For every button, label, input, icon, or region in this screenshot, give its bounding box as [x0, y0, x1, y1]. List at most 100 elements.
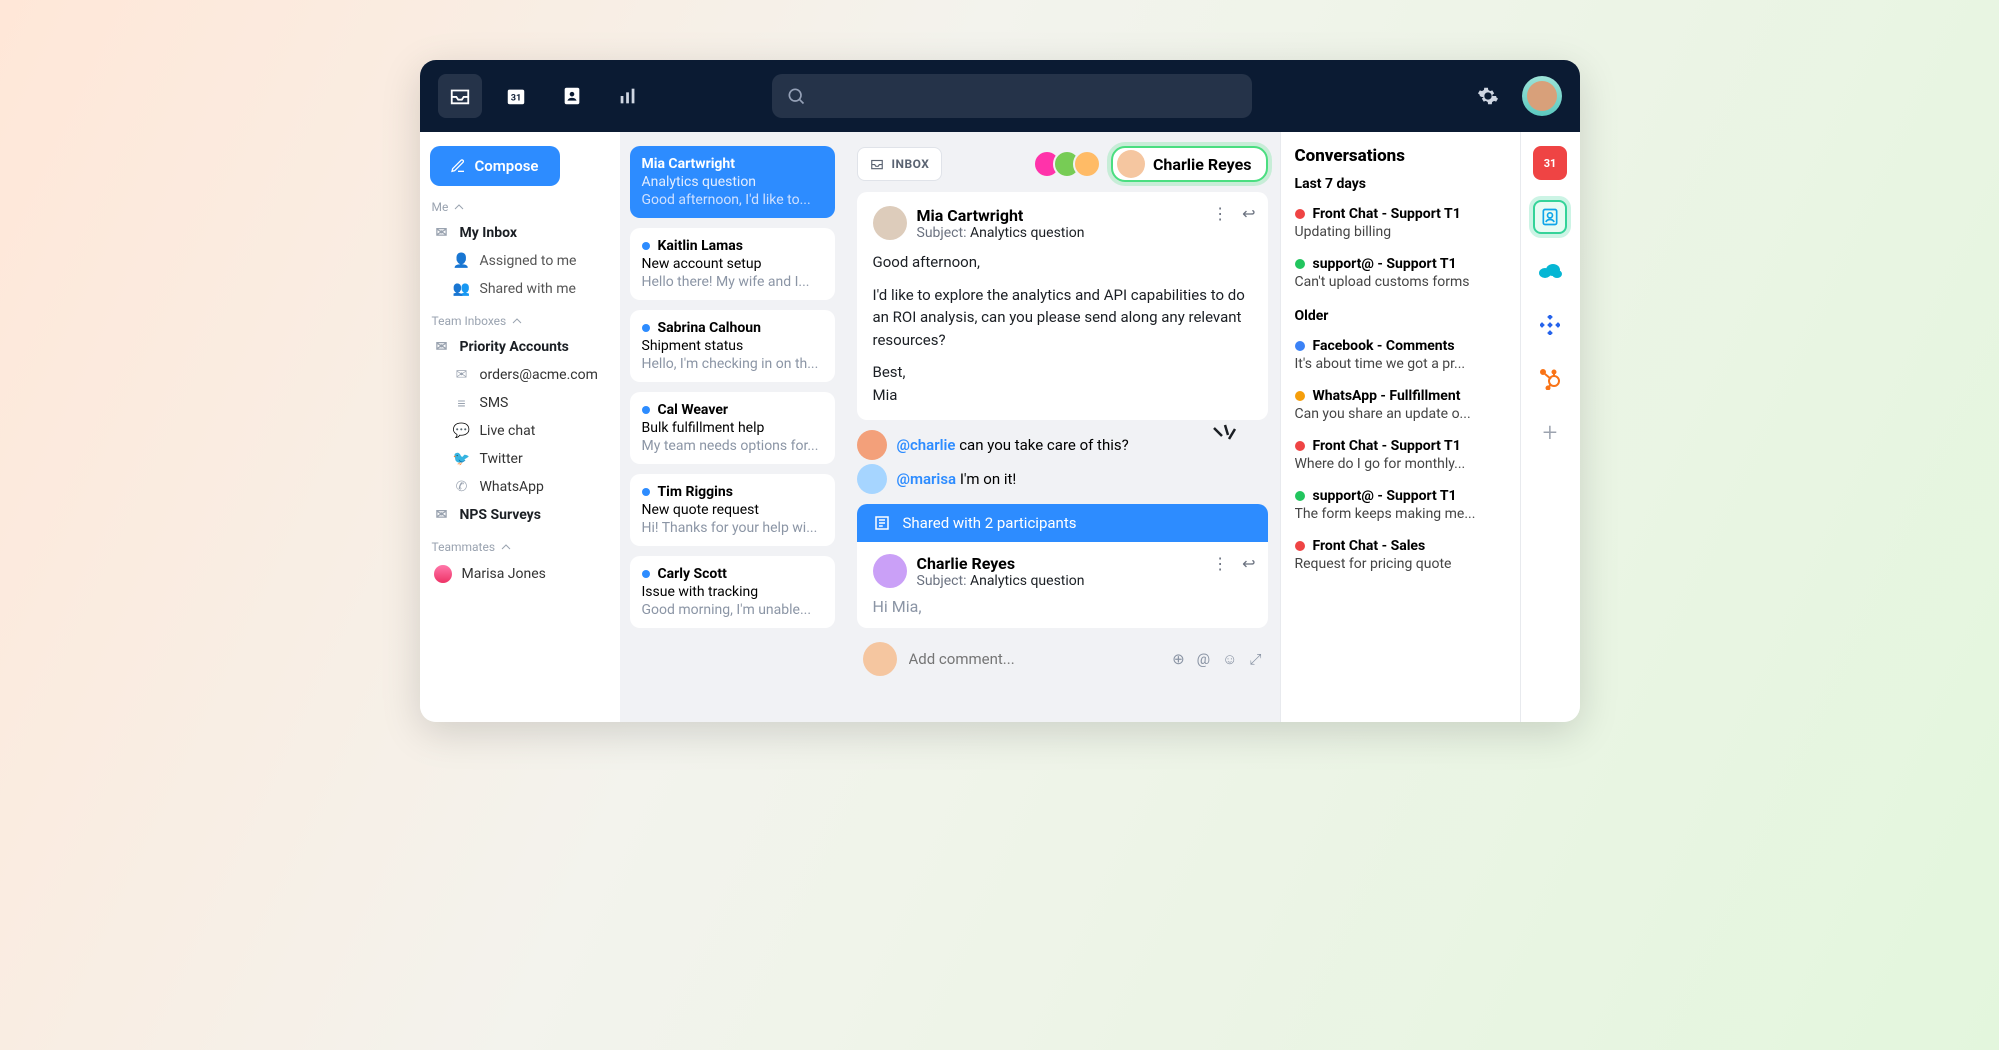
reply-icon[interactable]: ↩: [1242, 204, 1255, 223]
rail-add-icon[interactable]: +: [1533, 416, 1567, 450]
expand-icon[interactable]: ⤢: [1249, 650, 1261, 668]
compose-icon: [450, 158, 466, 174]
unread-dot: [642, 570, 650, 578]
inbox-icon: [870, 157, 884, 171]
conversation-card[interactable]: Tim Riggins New quote request Hi! Thanks…: [630, 474, 835, 546]
preview: Can't upload customs forms: [1295, 274, 1506, 290]
related-conversation[interactable]: Front Chat - Support T1 Where do I go for…: [1295, 430, 1506, 480]
mention-icon[interactable]: @: [1197, 650, 1210, 668]
nav-my-inbox[interactable]: ✉My Inbox: [430, 220, 610, 246]
conversation-card[interactable]: Kaitlin Lamas New account setup Hello th…: [630, 228, 835, 300]
user-avatar[interactable]: [1522, 76, 1562, 116]
subject-line: Subject: Analytics question: [917, 573, 1085, 589]
section-team[interactable]: Team Inboxes: [430, 310, 610, 332]
top-bar: 31: [420, 60, 1580, 132]
chevron-up-icon: [501, 542, 511, 552]
nav-nps[interactable]: ✉NPS Surveys: [430, 502, 610, 528]
sender-name: Kaitlin Lamas: [658, 238, 743, 254]
related-conversation[interactable]: support@ - Support T1Can't upload custom…: [1295, 248, 1506, 298]
more-icon[interactable]: ⋮: [1212, 204, 1228, 223]
channel-title: Front Chat - Support T1: [1313, 438, 1461, 454]
message-body: Good afternoon, I'd like to explore the …: [873, 251, 1252, 406]
conversation-card[interactable]: Carly Scott Issue with tracking Good mor…: [630, 556, 835, 628]
unread-dot: [642, 242, 650, 250]
nav-shared[interactable]: 👥Shared with me: [430, 276, 610, 302]
nav-whatsapp[interactable]: ✆WhatsApp: [430, 474, 610, 500]
chevron-up-icon: [454, 202, 464, 212]
preview: Hello there! My wife and I...: [642, 274, 823, 290]
nav-inbox-icon[interactable]: [438, 74, 482, 118]
subject-line: Subject: Analytics question: [917, 225, 1085, 241]
nav-contacts-icon[interactable]: [550, 74, 594, 118]
rail-hubspot-icon[interactable]: [1533, 362, 1567, 396]
participant-avatars: [1041, 150, 1101, 178]
nav-twitter[interactable]: 🐦Twitter: [430, 446, 610, 472]
avatar: [434, 565, 452, 583]
sender-name: Carly Scott: [658, 566, 727, 582]
section-me[interactable]: Me: [430, 196, 610, 218]
comment-composer: ⊕ @ ☺ ⤢: [857, 638, 1268, 680]
nav-assigned[interactable]: 👤Assigned to me: [430, 248, 610, 274]
section-teammates[interactable]: Teammates: [430, 536, 610, 558]
rail-salesforce-icon[interactable]: [1533, 254, 1567, 288]
channel-title: Front Chat - Sales: [1313, 538, 1426, 554]
preview: Good afternoon, I'd like to...: [642, 192, 823, 208]
add-icon[interactable]: ⊕: [1172, 650, 1185, 668]
assignee-chip[interactable]: Charlie Reyes: [1111, 146, 1268, 182]
inbox-pill[interactable]: INBOX: [857, 147, 943, 181]
subject: New account setup: [642, 256, 823, 272]
status-dot: [1295, 441, 1305, 451]
related-conversation[interactable]: Front Chat - Support T1Updating billing: [1295, 198, 1506, 248]
related-conversation[interactable]: Front Chat - SalesRequest for pricing qu…: [1295, 530, 1506, 580]
sms-icon: ≡: [454, 395, 470, 411]
rail-jira-icon[interactable]: [1533, 308, 1567, 342]
related-conversation[interactable]: support@ - Support T1The form keeps maki…: [1295, 480, 1506, 530]
chat-icon: 💬: [454, 423, 470, 439]
conversation-card[interactable]: Mia Cartwright Analytics question Good a…: [630, 146, 835, 218]
inbox-icon: ✉: [434, 225, 450, 241]
nav-analytics-icon[interactable]: [606, 74, 650, 118]
related-conversation[interactable]: Facebook - CommentsIt's about time we go…: [1295, 330, 1506, 380]
comment-thread: @charlie can you take care of this? @mar…: [857, 430, 1268, 494]
channel-title: Front Chat - Support T1: [1313, 206, 1461, 222]
conversation-card[interactable]: Sabrina Calhoun Shipment status Hello, I…: [630, 310, 835, 382]
avatar: [873, 206, 907, 240]
nav-priority-accounts[interactable]: ✉Priority Accounts: [430, 334, 610, 360]
subject: Analytics question: [642, 174, 823, 190]
reply-icon[interactable]: ↩: [1242, 554, 1255, 573]
more-icon[interactable]: ⋮: [1212, 554, 1228, 573]
draft-text: Hi Mia,: [873, 597, 1252, 616]
emoji-icon[interactable]: ☺: [1222, 650, 1237, 668]
search-input[interactable]: [772, 74, 1252, 118]
nav-teammate-marisa[interactable]: Marisa Jones: [430, 560, 610, 588]
preview: The form keeps making me...: [1295, 506, 1506, 522]
conversation-card[interactable]: Cal Weaver Bulk fulfillment help My team…: [630, 392, 835, 464]
nav-calendar-icon[interactable]: 31: [494, 74, 538, 118]
rail-contact-icon[interactable]: [1533, 200, 1567, 234]
app-window: 31 Compose Me ✉My Inbox 👤A: [420, 60, 1580, 722]
preview: Where do I go for monthly...: [1295, 456, 1506, 472]
channel-title: WhatsApp - Fullfillment: [1313, 388, 1461, 404]
settings-icon[interactable]: [1466, 74, 1510, 118]
nav-live-chat[interactable]: 💬Live chat: [430, 418, 610, 444]
nav-orders-email[interactable]: ✉orders@acme.com: [430, 362, 610, 388]
preview: Hello, I'm checking in on th...: [642, 356, 823, 372]
rail-calendar-icon[interactable]: 31: [1533, 146, 1567, 180]
main-body: Compose Me ✉My Inbox 👤Assigned to me 👥Sh…: [420, 132, 1580, 722]
channel-title: Facebook - Comments: [1313, 338, 1455, 354]
mention[interactable]: @marisa: [897, 470, 957, 488]
comment: @charlie can you take care of this?: [857, 430, 1268, 460]
mention[interactable]: @charlie: [897, 436, 956, 454]
related-conversation[interactable]: WhatsApp - FullfillmentCan you share an …: [1295, 380, 1506, 430]
search-icon: [786, 86, 806, 106]
person-icon: 👤: [454, 253, 470, 269]
shared-banner: Shared with 2 participants: [857, 504, 1268, 542]
reader-header: INBOX Charlie Reyes: [857, 146, 1268, 182]
comment-input[interactable]: [909, 650, 1161, 668]
status-dot: [1295, 209, 1305, 219]
nav-sms[interactable]: ≡SMS: [430, 390, 610, 416]
chevron-up-icon: [512, 316, 522, 326]
unread-dot: [642, 406, 650, 414]
compose-button[interactable]: Compose: [430, 146, 560, 186]
avatar: [873, 554, 907, 588]
